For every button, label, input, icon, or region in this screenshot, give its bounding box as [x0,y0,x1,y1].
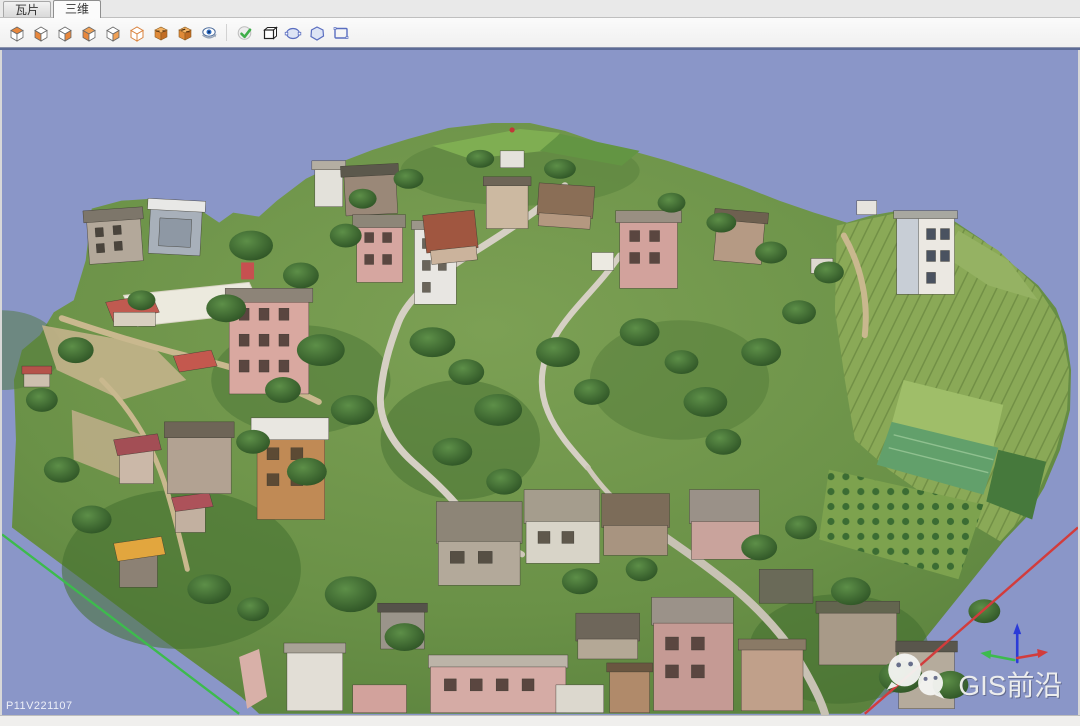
tab-tiles[interactable]: 瓦片 [3,1,52,17]
polygon-select-button[interactable] [305,21,328,44]
view-right-icon [105,26,120,42]
view-iso-icon [81,26,96,42]
view-front-button[interactable] [29,21,52,44]
box-select-3d-button[interactable] [257,21,280,44]
rotate-view-button[interactable] [197,21,220,44]
box-back-button[interactable] [173,21,196,44]
view-top-icon [9,26,24,42]
toolbar-separator [226,24,227,41]
box-front-icon [153,26,168,40]
status-bar [0,715,1080,726]
box-back-icon [177,26,192,40]
box-front-button[interactable] [149,21,172,44]
box-select-3d-icon [262,25,278,40]
view-left-icon [57,26,72,42]
view-iso-button[interactable] [77,21,100,44]
rectangle-select-button[interactable] [329,21,352,44]
scene-3d-render: GIS前沿 GIS前沿 P11V221107 [2,51,1078,715]
polygon-select-icon [309,25,324,41]
model-id-label: P11V221107 [6,700,73,712]
circle-select-icon [284,27,301,39]
view-bottom-icon [129,25,144,42]
rectangle-select-icon [333,26,348,39]
watermark-text: GIS前沿 [958,670,1062,701]
view-top-button[interactable] [5,21,28,44]
rotate-view-eye-icon [201,26,216,39]
view-bottom-button[interactable] [125,21,148,44]
view-left-button[interactable] [53,21,76,44]
toolbar [0,18,1080,47]
viewport-3d[interactable]: GIS前沿 GIS前沿 P11V221107 [0,50,1080,715]
circle-select-button[interactable] [281,21,304,44]
view-right-button[interactable] [101,21,124,44]
view-front-icon [33,26,48,42]
confirm-selection-button[interactable] [233,21,256,44]
tab-3d[interactable]: 三维 [53,0,102,18]
confirm-selection-icon [237,25,251,40]
tab-bar: 瓦片 三维 [0,0,1080,18]
